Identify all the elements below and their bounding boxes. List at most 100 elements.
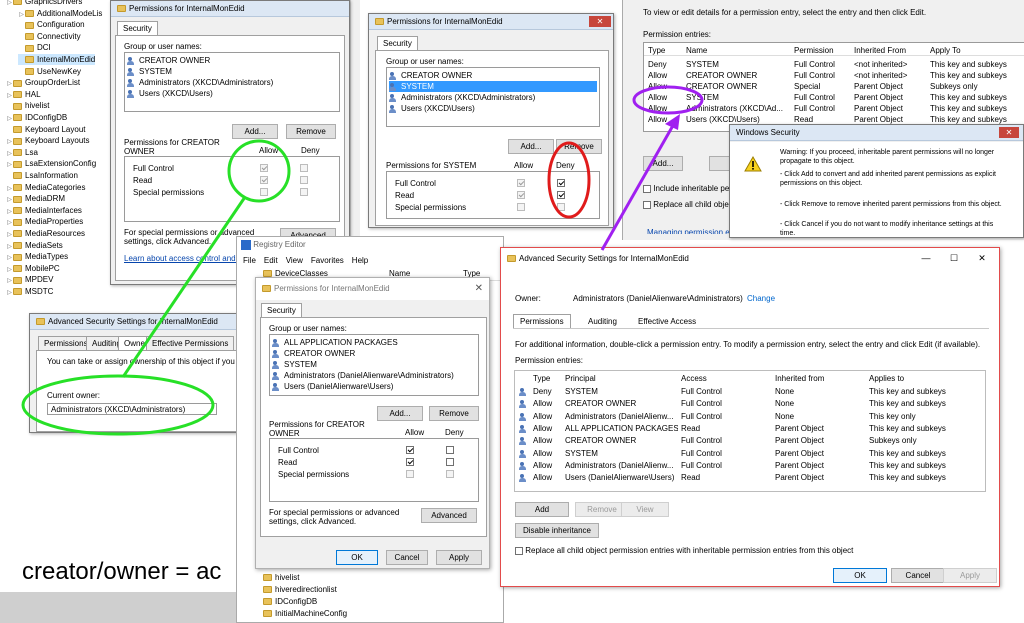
replace-child-checkbox[interactable] [643, 200, 651, 209]
column-header[interactable]: Permission [794, 45, 834, 56]
deny-checkbox[interactable] [446, 470, 454, 478]
table-row[interactable]: Deny SYSTEM Full Control None This key and s… [515, 386, 985, 397]
tree-item[interactable]: Configuration [18, 19, 85, 30]
ok-button[interactable]: OK [833, 568, 887, 583]
add-button[interactable]: Add... [643, 156, 683, 171]
table-row[interactable]: Allow Users (DanielAlienware\Users) Read Pa… [515, 472, 985, 483]
add-button[interactable]: Add... [232, 124, 278, 139]
tree-item[interactable]: ▷ Keyboard Layouts [6, 135, 89, 146]
close-icon[interactable]: ✕ [475, 278, 483, 300]
table-row[interactable]: Allow Administrators (XKCD\Ad... Full Cont… [644, 103, 1024, 114]
ok-button[interactable]: OK [336, 550, 378, 565]
tree-item[interactable]: ▷ MobilePC [6, 263, 60, 274]
table-row[interactable]: Allow SYSTEM Full Control Parent Object This… [515, 448, 985, 459]
user-list-item[interactable]: Users (DanielAlienware\Users) [272, 381, 476, 392]
include-inheritable-checkbox[interactable] [643, 184, 651, 193]
user-list-item[interactable]: CREATOR OWNER [127, 55, 337, 66]
tree-item[interactable]: ▷ MPDEV [6, 274, 53, 285]
allow-checkbox[interactable] [517, 203, 525, 211]
tree-item[interactable]: ▷ MediaResources [6, 228, 85, 239]
tab-effective-access[interactable]: Effective Access [631, 314, 704, 328]
cancel-button[interactable]: Cancel [891, 568, 945, 583]
tab-security[interactable]: Security [377, 36, 418, 50]
tree-item[interactable]: ▷ MediaSets [6, 240, 63, 251]
menu-item[interactable]: View [286, 256, 303, 265]
minimize-icon[interactable]: — [913, 248, 939, 268]
view-button[interactable]: View [621, 502, 669, 517]
apply-button[interactable]: Apply [436, 550, 482, 565]
advanced-button[interactable]: Advanced [421, 508, 477, 523]
table-row[interactable]: Allow CREATOR OWNER Full Control <not inher… [644, 70, 1024, 81]
allow-checkbox[interactable] [260, 164, 268, 172]
permission-entries-table[interactable]: Type Principal Access Inherited from Applies… [514, 370, 986, 492]
tree-item[interactable]: ▷ MediaProperties [6, 216, 83, 227]
disable-inheritance-button[interactable]: Disable inheritance [515, 523, 599, 538]
user-list-item[interactable]: SYSTEM [389, 81, 597, 92]
remove-button[interactable]: Remove [556, 139, 602, 154]
menu-item[interactable]: Help [352, 256, 368, 265]
tree-item[interactable]: ▷ GroupOrderList [6, 77, 80, 88]
menu-item[interactable]: Edit [264, 256, 278, 265]
allow-checkbox[interactable] [260, 188, 268, 196]
table-row[interactable]: Allow CREATOR OWNER Full Control None This k… [515, 398, 985, 409]
user-list-item[interactable]: ALL APPLICATION PACKAGES [272, 337, 476, 348]
tree-item[interactable]: DCI [18, 42, 51, 53]
change-owner-link[interactable]: Change [747, 294, 775, 303]
replace-child-checkbox[interactable] [515, 546, 523, 555]
tab-security[interactable]: Security [117, 21, 158, 35]
deny-checkbox[interactable] [446, 446, 454, 454]
column-header[interactable]: Inherited from [775, 373, 824, 384]
tree-item[interactable]: InitialMachineConfig [263, 609, 347, 618]
tree-item[interactable]: hiveredirectionlist [263, 585, 337, 594]
table-row[interactable]: Deny SYSTEM Full Control <not inherited> Thi… [644, 59, 1024, 70]
tree-item[interactable]: ▷ HAL [6, 89, 40, 100]
user-list-item[interactable]: Users (XKCD\Users) [389, 103, 597, 114]
deny-checkbox[interactable] [446, 458, 454, 466]
tree-item[interactable]: hivelist [6, 100, 49, 111]
tab-security[interactable]: Security [261, 303, 302, 317]
user-list-item[interactable]: Users (XKCD\Users) [127, 88, 337, 99]
allow-checkbox[interactable] [406, 446, 414, 454]
tree-item[interactable]: ▷ IDConfigDB [6, 112, 67, 123]
tab-permissions[interactable]: Permissions [513, 314, 571, 328]
tree-item[interactable]: Keyboard Layout [6, 124, 86, 135]
user-list-item[interactable]: CREATOR OWNER [272, 348, 476, 359]
tree-item[interactable]: ▷ MediaDRM [6, 193, 65, 204]
allow-checkbox[interactable] [260, 176, 268, 184]
expand-icon[interactable]: ▷ [6, 288, 13, 299]
tree-item[interactable]: ▷ MediaTypes [6, 251, 68, 262]
column-header[interactable]: Applies to [869, 373, 904, 384]
user-list-item[interactable]: Administrators (DanielAlienware\Administ… [272, 370, 476, 381]
user-list[interactable]: ALL APPLICATION PACKAGES CREATOR OWNER SYS… [269, 334, 479, 396]
close-icon[interactable]: ✕ [999, 127, 1019, 138]
deny-checkbox[interactable] [300, 188, 308, 196]
column-header[interactable]: Name [686, 45, 707, 56]
tree-item[interactable]: hivelist [263, 573, 299, 582]
deny-checkbox[interactable] [300, 176, 308, 184]
menu-item[interactable]: Favorites [311, 256, 344, 265]
perm-entries-table[interactable]: Type Name Permission Inherited From Apply To… [643, 42, 1024, 132]
deny-checkbox[interactable] [300, 164, 308, 172]
add-button[interactable]: Add... [508, 139, 554, 154]
column-header[interactable]: Inherited From [854, 45, 906, 56]
tree-item[interactable]: LsaInformation [6, 170, 78, 181]
column-header[interactable]: Principal [565, 373, 596, 384]
add-button[interactable]: Add [515, 502, 569, 517]
tree-item[interactable]: ▷ AdditionalModeLis [18, 8, 102, 19]
tree-item[interactable]: ▷ LsaExtensionConfig [6, 158, 96, 169]
deny-checkbox[interactable] [557, 179, 565, 187]
tab-auditing[interactable]: Auditing [581, 314, 624, 328]
table-row[interactable]: Allow Administrators (DanielAlienw... Full… [515, 411, 985, 422]
tree-item[interactable]: IDConfigDB [263, 597, 317, 606]
registry-tree[interactable]: ▷ GraphicsDrivers ▷ AdditionalModeLis Config… [0, 0, 110, 315]
cancel-button[interactable]: Cancel [386, 550, 428, 565]
allow-checkbox[interactable] [406, 470, 414, 478]
expand-icon[interactable]: ▷ [6, 0, 13, 9]
close-icon[interactable]: ✕ [969, 248, 995, 268]
tree-item[interactable]: ▷ GraphicsDrivers [6, 0, 82, 7]
maximize-icon[interactable]: ☐ [941, 248, 967, 268]
user-list[interactable]: CREATOR OWNER SYSTEM Administrators (XKCD\… [124, 52, 340, 112]
tree-item[interactable]: UseNewKey [18, 66, 81, 77]
tab-effective-permissions[interactable]: Effective Permissions [146, 336, 235, 350]
deny-checkbox[interactable] [557, 203, 565, 211]
